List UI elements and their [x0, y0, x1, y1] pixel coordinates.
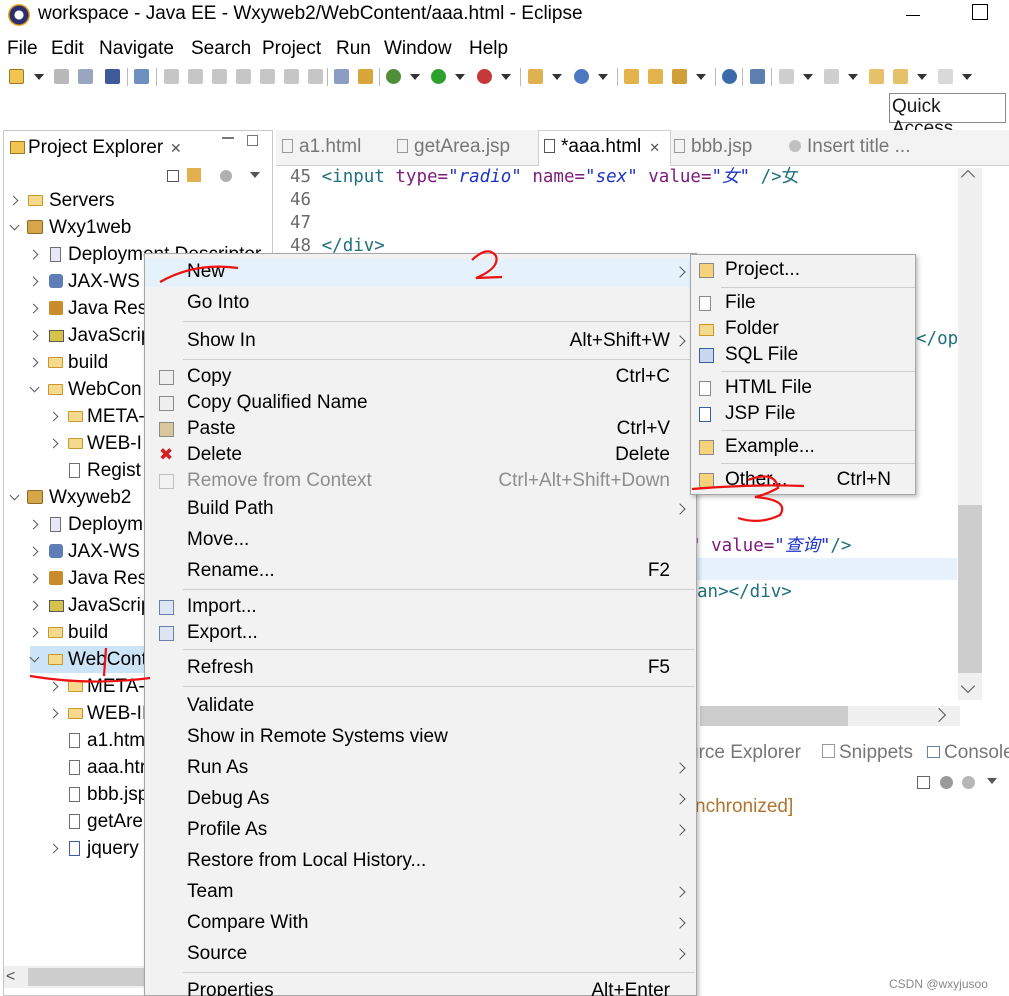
annotation-number-1	[102, 647, 108, 677]
annotation-underline-other	[691, 484, 805, 491]
annotation-underline-new	[159, 265, 239, 283]
annotation-underline-webcontent	[29, 674, 151, 683]
annotation-overlay	[29, 250, 805, 683]
annotation-number-2	[471, 250, 503, 280]
annotation-number-3	[737, 475, 784, 522]
watermark: CSDN @wxyjusoo	[889, 977, 988, 991]
